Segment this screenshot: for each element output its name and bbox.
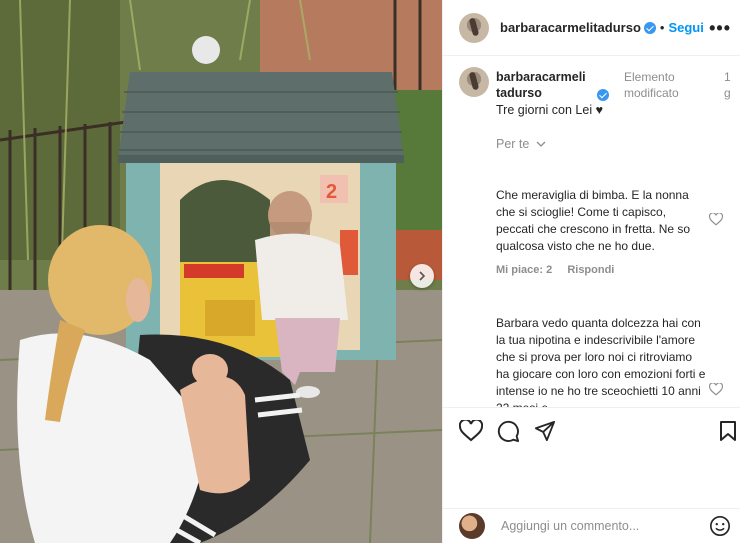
- send-icon[interactable]: [534, 420, 556, 442]
- comment-text: Che meraviglia di bimba. E la nonna che …: [496, 188, 691, 253]
- follow-button[interactable]: Segui: [668, 20, 703, 35]
- post-actions-bar: [443, 407, 740, 457]
- post-image: 2: [0, 0, 442, 543]
- chevron-right-icon: [419, 271, 426, 281]
- for-you-filter[interactable]: Per te: [496, 137, 546, 151]
- avatar[interactable]: [459, 12, 489, 43]
- verified-badge-icon: [643, 21, 656, 34]
- current-user-avatar: [459, 513, 485, 539]
- author-username[interactable]: barbaracarmelitadurso: [500, 20, 641, 35]
- caption-avatar[interactable]: [459, 67, 489, 97]
- comment-meta: Mi piace: 2 Rispondi: [496, 262, 706, 279]
- post-photo[interactable]: 2: [0, 0, 442, 543]
- chevron-down-icon: [536, 141, 546, 147]
- verified-badge-icon: [597, 89, 609, 101]
- post-timestamp[interactable]: 1 g: [724, 69, 734, 101]
- for-you-label: Per te: [496, 137, 530, 151]
- emoji-icon[interactable]: [709, 515, 731, 537]
- reply-button[interactable]: Rispondi: [567, 264, 614, 276]
- heart-icon[interactable]: [459, 420, 483, 442]
- comment-like-heart-icon[interactable]: [709, 213, 723, 226]
- comment-input[interactable]: [501, 519, 701, 533]
- edited-label: Elemento modificato: [624, 70, 679, 100]
- next-photo-button[interactable]: [410, 264, 434, 288]
- svg-text:2: 2: [326, 181, 337, 203]
- separator-dot: •: [659, 20, 665, 35]
- comment-likes[interactable]: Mi piace: 2: [496, 264, 552, 276]
- bookmark-icon[interactable]: [719, 420, 737, 442]
- comments-section[interactable]: barbaracarmelitadurso Elemento modificat…: [443, 57, 740, 407]
- caption-text: Tre giorni con Lei ♥: [496, 103, 604, 117]
- post-header: barbaracarmelitadurso • Segui •••: [443, 0, 740, 56]
- comment-item: Barbara vedo quanta dolcezza hai con la …: [496, 315, 706, 407]
- add-comment-bar: [443, 508, 740, 543]
- comment-icon[interactable]: [497, 420, 520, 443]
- comment-like-heart-icon[interactable]: [709, 383, 723, 396]
- comment-item: Che meraviglia di bimba. E la nonna che …: [496, 187, 706, 279]
- comment-text: Barbara vedo quanta dolcezza hai con la …: [496, 316, 706, 407]
- caption-username[interactable]: barbaracarmelitadurso: [496, 69, 588, 101]
- more-options-icon[interactable]: •••: [709, 18, 731, 39]
- post-side-panel: barbaracarmelitadurso • Segui ••• barbar…: [442, 0, 740, 543]
